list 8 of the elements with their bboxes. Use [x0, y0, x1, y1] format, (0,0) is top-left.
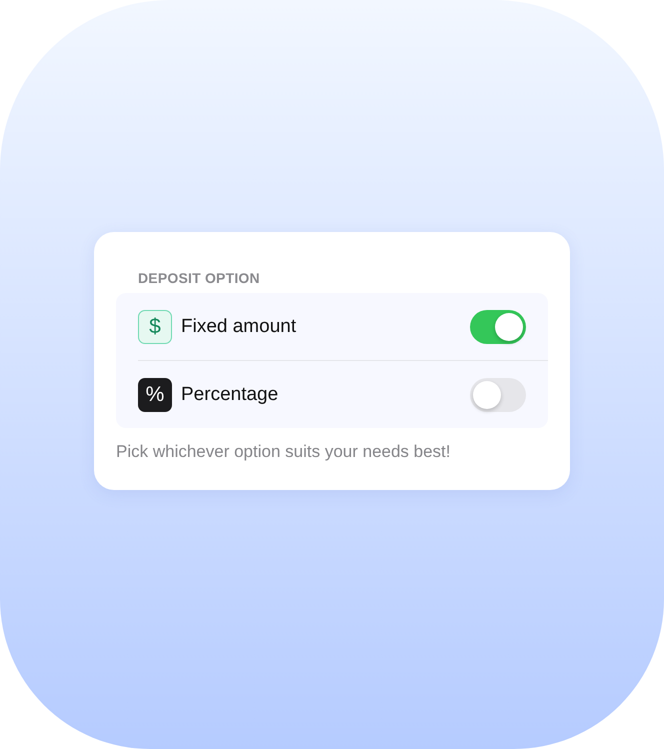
dollar-icon: $	[138, 310, 172, 344]
option-label: Fixed amount	[181, 316, 298, 338]
toggle-switch[interactable]	[470, 310, 526, 344]
toggle-switch[interactable]	[470, 378, 526, 412]
percent-icon: %	[138, 378, 172, 412]
helper-text: Pick whichever option suits your needs best!	[116, 442, 452, 462]
section-title: DEPOSIT OPTION	[137, 270, 261, 286]
option-label: Percentage	[181, 384, 280, 406]
